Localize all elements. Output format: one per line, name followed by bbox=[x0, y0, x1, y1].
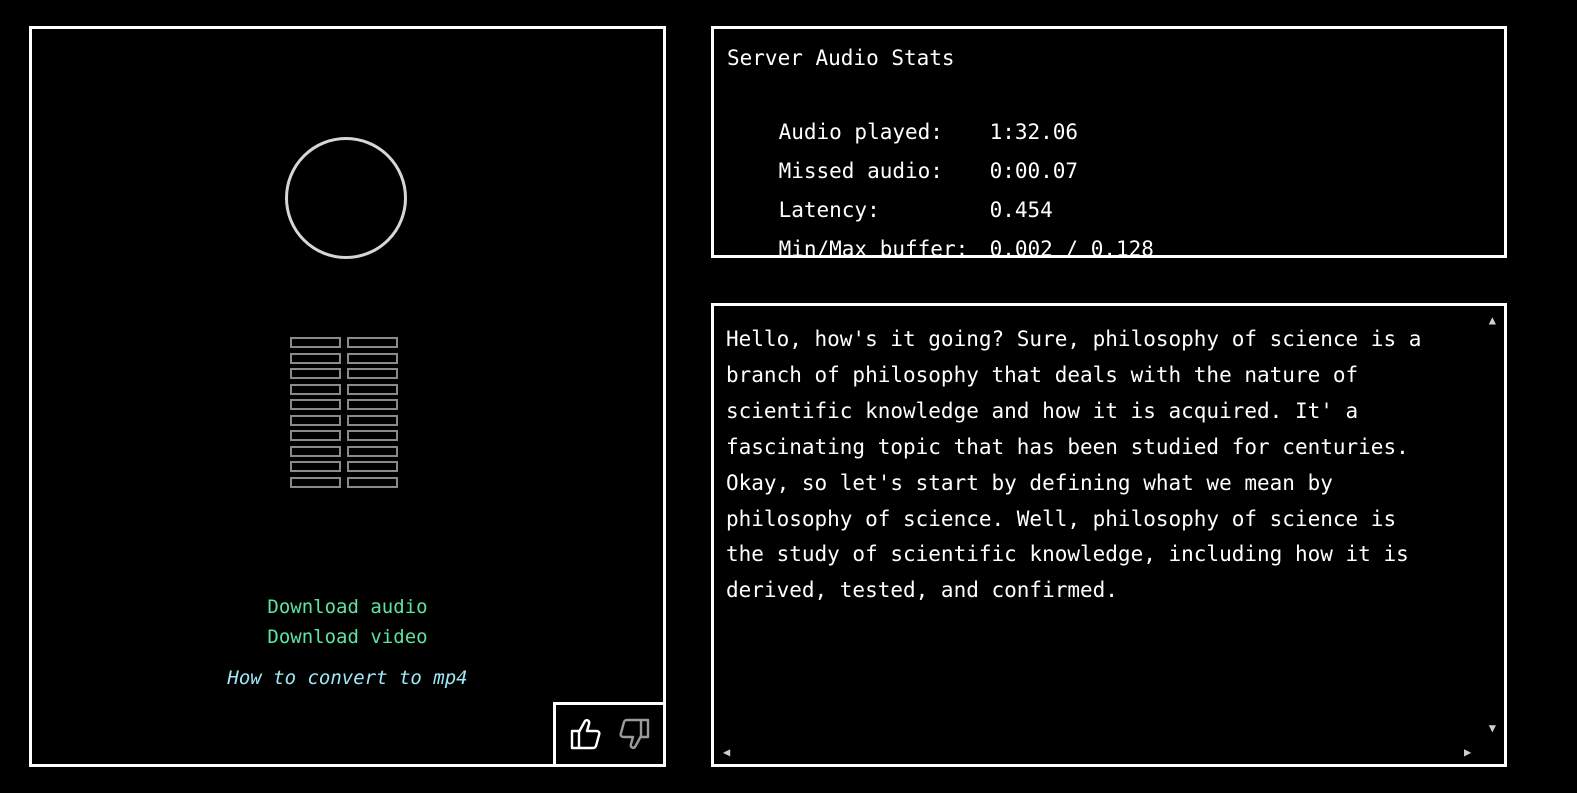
stats-title: Server Audio Stats bbox=[727, 46, 955, 70]
scroll-up-arrow-icon[interactable]: ▲ bbox=[1489, 314, 1496, 326]
meter-cell bbox=[347, 399, 398, 410]
stat-row-min-max-buffer: Min/Max buffer: 0.002 / 0.128 bbox=[728, 213, 1154, 285]
scroll-left-arrow-icon[interactable]: ◀ bbox=[723, 746, 730, 758]
meter-cell bbox=[347, 430, 398, 441]
convert-to-mp4-link[interactable]: How to convert to mp4 bbox=[32, 667, 663, 689]
server-audio-stats-panel: Server Audio Stats Audio played: 1:32.06 … bbox=[711, 26, 1507, 261]
thumbs-up-button[interactable] bbox=[568, 716, 604, 752]
meter-cell bbox=[290, 461, 341, 472]
meter-cell bbox=[347, 461, 398, 472]
transcript-text: Hello, how's it going? Sure, philosophy … bbox=[726, 322, 1466, 609]
download-audio-link[interactable]: Download audio bbox=[32, 596, 663, 618]
scroll-down-arrow-icon[interactable]: ▼ bbox=[1489, 722, 1496, 734]
meter-cell bbox=[347, 414, 398, 426]
audio-panel: Download audio Download video How to con… bbox=[29, 26, 666, 767]
transcript-line: philosophy of science. Well, philosophy … bbox=[726, 506, 1397, 531]
meter-cell bbox=[347, 337, 398, 348]
meter-cell bbox=[347, 445, 398, 457]
thumbs-down-button[interactable] bbox=[616, 716, 652, 752]
scroll-right-arrow-icon[interactable]: ▶ bbox=[1464, 746, 1471, 758]
audio-level-meter bbox=[290, 337, 404, 493]
meter-cell bbox=[290, 337, 341, 348]
transcript-line: Hello, how's it going? Sure, philosophy … bbox=[726, 327, 1422, 351]
meter-cell bbox=[290, 399, 341, 410]
download-video-link[interactable]: Download video bbox=[32, 626, 663, 648]
meter-cell bbox=[290, 414, 341, 426]
meter-cell bbox=[347, 368, 398, 379]
thumbs-up-icon bbox=[570, 719, 601, 750]
meter-cell bbox=[290, 352, 341, 364]
feedback-box bbox=[553, 702, 666, 767]
meter-cell bbox=[347, 476, 398, 488]
meter-cell bbox=[290, 476, 341, 488]
meter-cell bbox=[347, 383, 398, 395]
meter-cell bbox=[290, 368, 341, 379]
audio-indicator-circle bbox=[285, 137, 407, 259]
transcript-line: scientific knowledge and how it is acqui… bbox=[726, 398, 1359, 423]
transcript-box[interactable]: Hello, how's it going? Sure, philosophy … bbox=[711, 303, 1507, 767]
transcript-line: the study of scientific knowledge, inclu… bbox=[726, 542, 1409, 567]
meter-cell bbox=[290, 445, 341, 457]
meter-cell bbox=[290, 383, 341, 395]
transcript-line: derived, tested, and confirmed. bbox=[726, 578, 1118, 603]
stat-label: Min/Max buffer: bbox=[778, 237, 969, 261]
stat-value: 0.002 / 0.128 bbox=[989, 237, 1154, 261]
thumbs-down-icon bbox=[619, 718, 650, 749]
meter-cell bbox=[347, 352, 398, 364]
transcript-line: branch of philosophy that deals with the… bbox=[726, 362, 1359, 387]
transcript-line: fascinating topic that has been studied … bbox=[726, 434, 1409, 459]
transcript-line: Okay, so let's start by defining what we… bbox=[726, 470, 1333, 495]
meter-cell bbox=[290, 430, 341, 441]
